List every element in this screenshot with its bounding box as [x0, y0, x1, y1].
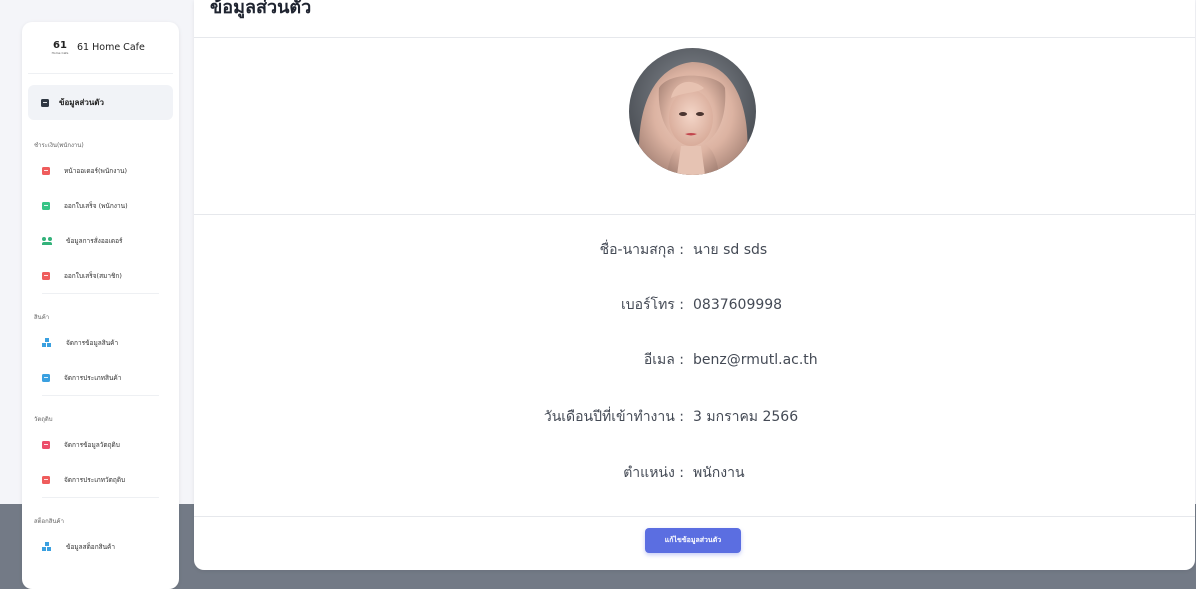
sidebar-item-order-data[interactable]: ข้อมูลการสั่งออเดอร์ [22, 223, 179, 258]
brand-logo-text: 61 [53, 39, 67, 51]
sidebar-item-label: จัดการข้อมูลวัตถุดิบ [64, 440, 120, 449]
sidebar-item-receipt-staff[interactable]: ออกใบเสร็จ (พนักงาน) [22, 188, 179, 223]
email-value: benz@rmutl.ac.th [693, 352, 818, 368]
name-value: นาย sd sds [693, 242, 768, 258]
sidebar-item-label: ข้อมูลการสั่งออเดอร์ [66, 236, 123, 245]
doc-red-icon [42, 166, 50, 175]
sidebar-item-receipt-member[interactable]: ออกใบเสร็จ(สมาชิก) [22, 258, 179, 293]
sidebar-item-label: จัดการข้อมูลสินค้า [66, 338, 119, 347]
avatar [629, 48, 756, 175]
brand[interactable]: 61 Home Cafe 61 Home Cafe [28, 22, 173, 74]
sidebar-item-label: หน้าออเดอร์(พนักงาน) [64, 166, 128, 175]
edit-profile-button[interactable]: แก้ไขข้อมูลส่วนตัว [645, 528, 741, 553]
sidebar-item-material-types[interactable]: จัดการประเภทวัตถุดิบ [22, 462, 179, 497]
profile-row-phone: เบอร์โทร : 0837609998 [194, 295, 1195, 315]
brand-logo: 61 Home Cafe [49, 39, 71, 55]
sidebar-item-orders[interactable]: หน้าออเดอร์(พนักงาน) [22, 153, 179, 188]
position-label: ตำแหน่ง : [623, 465, 684, 481]
profile-row-position: ตำแหน่ง : พนักงาน [194, 463, 1195, 483]
sidebar-item-stock[interactable]: ข้อมูลสต็อกสินค้า [22, 529, 179, 564]
doc-red-icon [42, 475, 50, 484]
users-icon [42, 236, 52, 245]
email-label: อีเมล : [643, 352, 684, 368]
card-header: ข้อมูลส่วนตัว [194, 0, 1195, 38]
boxes-icon [42, 542, 52, 551]
sidebar-item-manage-materials[interactable]: จัดการข้อมูลวัตถุดิบ [22, 427, 179, 462]
brand-name: 61 Home Cafe [77, 42, 145, 53]
sidebar-item-profile[interactable]: ข้อมูลส่วนตัว [28, 85, 173, 120]
profile-info: ชื่อ-นามสกุล : นาย sd sds เบอร์โทร : 083… [194, 215, 1195, 517]
doc-red-icon [42, 271, 50, 280]
sidebar-item-label: ข้อมูลส่วนตัว [59, 98, 104, 107]
doc-blue-icon [42, 373, 50, 382]
section-title-payment: ชำระเงิน(พนักงาน) [34, 142, 84, 149]
section-title-materials: วัตถุดิบ [34, 416, 53, 423]
profile-row-name: ชื่อ-นามสกุล : นาย sd sds [194, 240, 1195, 260]
phone-label: เบอร์โทร : [620, 297, 684, 313]
profile-row-email: อีเมล : benz@rmutl.ac.th [194, 350, 1195, 370]
brand-logo-subtext: Home Cafe [51, 50, 69, 55]
id-card-icon [41, 98, 49, 107]
doc-green-icon [42, 201, 50, 210]
boxes-icon [42, 338, 52, 347]
sidebar-item-label: ออกใบเสร็จ(สมาชิก) [64, 271, 122, 280]
start-date-label: วันเดือนปีที่เข้าทำงาน : [543, 409, 684, 425]
sidebar-item-manage-products[interactable]: จัดการข้อมูลสินค้า [22, 325, 179, 360]
sidebar-item-label: ออกใบเสร็จ (พนักงาน) [64, 201, 128, 210]
sidebar-item-label: จัดการประเภทวัตถุดิบ [64, 475, 126, 484]
name-label: ชื่อ-นามสกุล : [599, 242, 684, 258]
profile-card: ข้อมูลส่วนตัว ชื่อ-นามสกุล: นาย sd sds … [194, 0, 1195, 570]
doc-pink-icon [42, 440, 50, 449]
sidebar-item-label: จัดการประเภทสินค้า [64, 373, 122, 382]
profile-row-start-date: วันเดือนปีที่เข้าทำงาน : 3 มกราคม 2566 [194, 407, 1195, 427]
card-footer: แก้ไขข้อมูลส่วนตัว [194, 517, 1195, 569]
phone-value: 0837609998 [693, 297, 783, 313]
section-title-stock: สต็อกสินค้า [34, 518, 64, 525]
avatar-section [194, 38, 1195, 215]
start-date-value: 3 มกราคม 2566 [693, 409, 799, 425]
page-title: ข้อมูลส่วนตัว [210, 0, 312, 18]
sidebar: 61 Home Cafe 61 Home Cafe ข้อมูลส่วนตัว … [22, 22, 179, 589]
position-value: พนักงาน [693, 465, 745, 481]
sidebar-item-product-types[interactable]: จัดการประเภทสินค้า [22, 360, 179, 395]
avatar-image [629, 48, 756, 175]
section-title-products: สินค้า [34, 314, 50, 321]
sidebar-item-label: ข้อมูลสต็อกสินค้า [66, 542, 116, 551]
